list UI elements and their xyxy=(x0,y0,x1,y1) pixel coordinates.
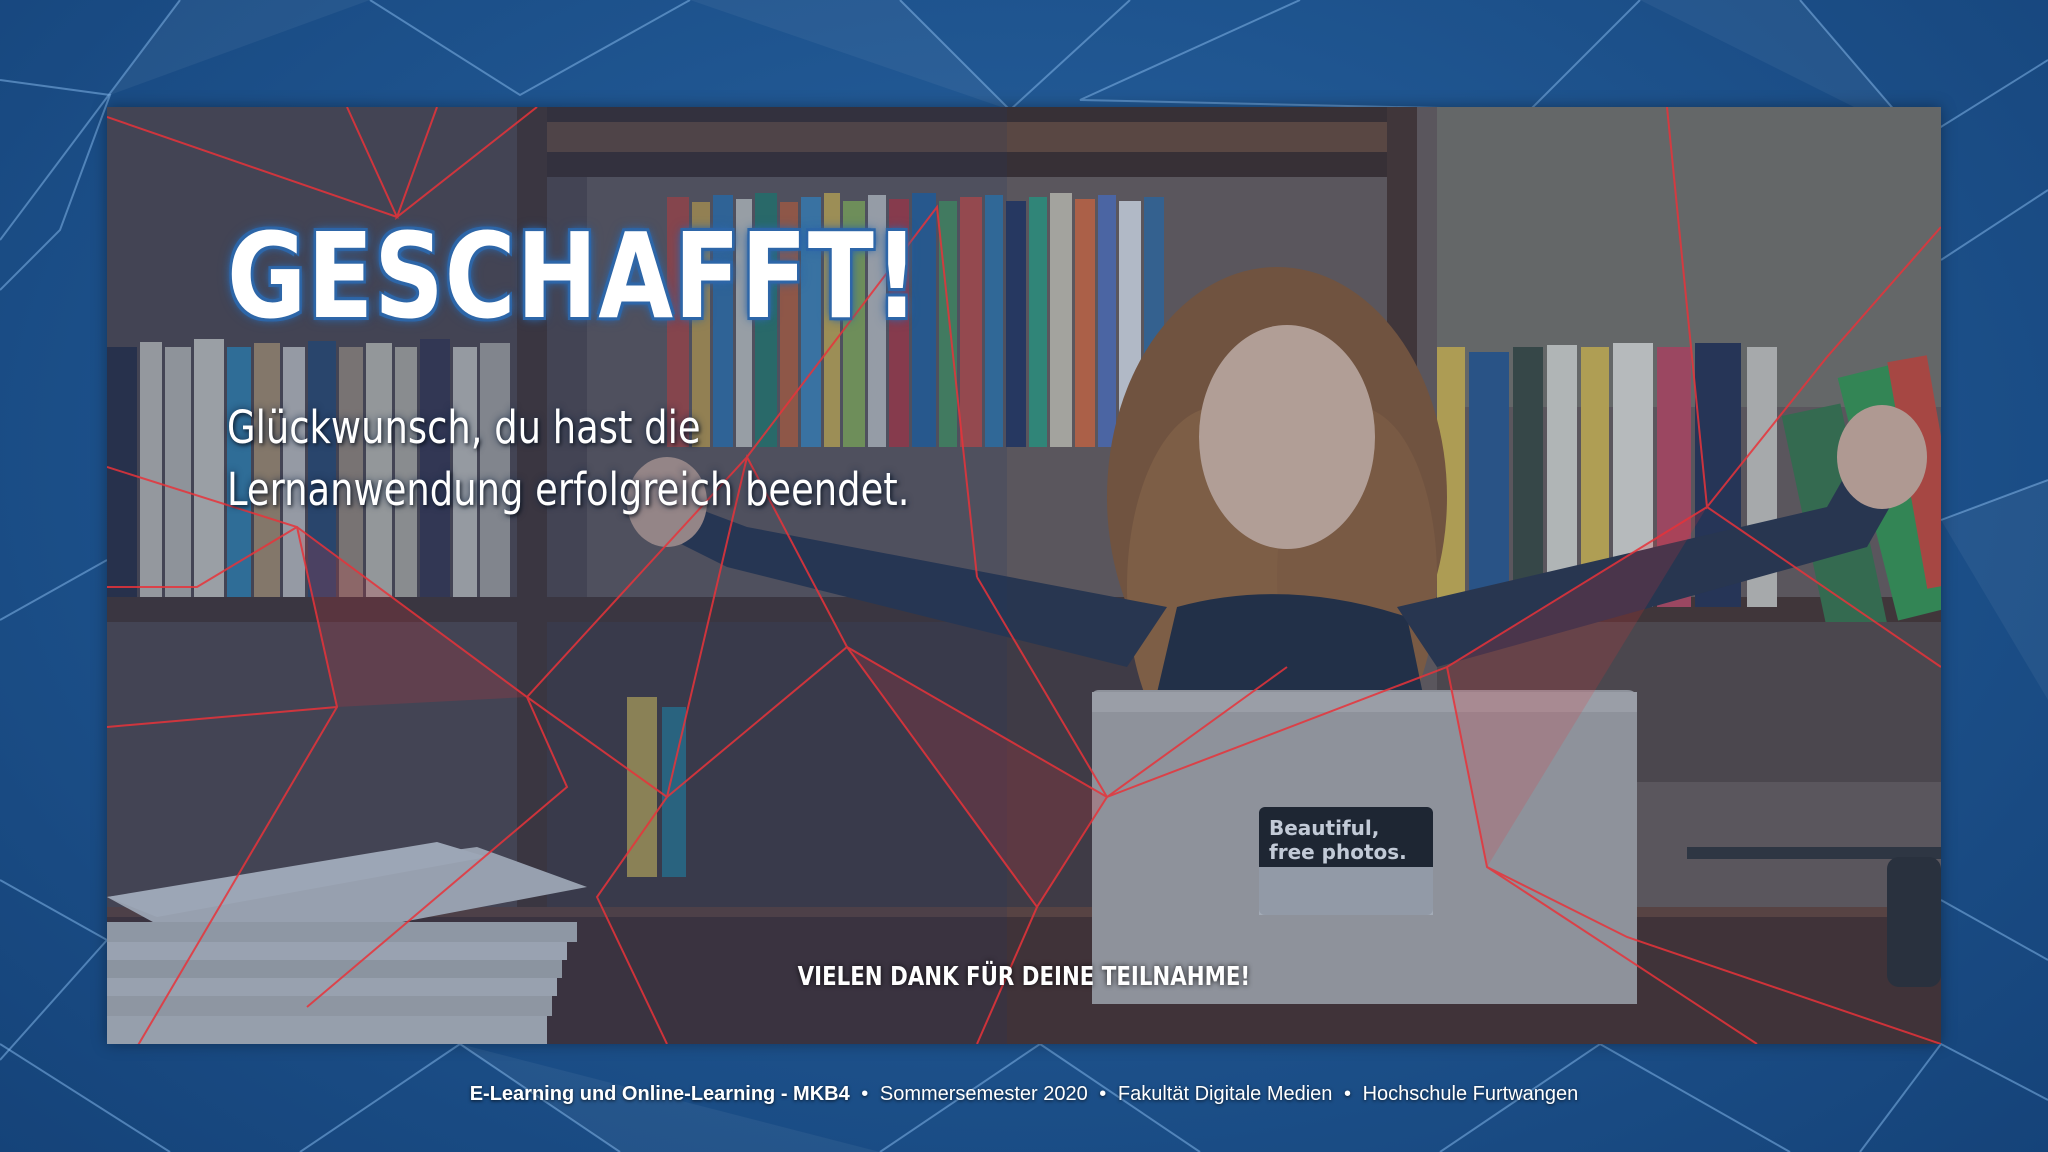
thanks-message: VIELEN DANK FÜR DEINE TEILNAHME! xyxy=(107,962,1941,992)
course-footer: E-Learning und Online-Learning - MKB4 • … xyxy=(0,1083,2048,1106)
footer-separator: • xyxy=(1099,1083,1107,1105)
subtitle-line-2: Lernanwendung erfolgreich beendet. xyxy=(227,463,910,516)
footer-separator: • xyxy=(1344,1083,1352,1105)
slide-frame: Beautiful, free photos. GESCHAFFT! Glück… xyxy=(107,107,1941,1044)
footer-faculty: Fakultät Digitale Medien xyxy=(1117,1083,1333,1105)
footer-university: Hochschule Furtwangen xyxy=(1362,1083,1579,1105)
footer-separator: • xyxy=(861,1083,869,1105)
thanks-message-text: VIELEN DANK FÜR DEINE TEILNAHME! xyxy=(797,962,1251,992)
congratulations-text: Glückwunsch, du hast die Lernanwendung e… xyxy=(227,397,910,521)
footer-semester: Sommersemester 2020 xyxy=(879,1083,1088,1105)
footer-course: E-Learning und Online-Learning - MKB4 xyxy=(469,1083,850,1105)
subtitle-line-1: Glückwunsch, du hast die xyxy=(227,401,701,454)
page-title: GESCHAFFT! xyxy=(227,207,920,345)
